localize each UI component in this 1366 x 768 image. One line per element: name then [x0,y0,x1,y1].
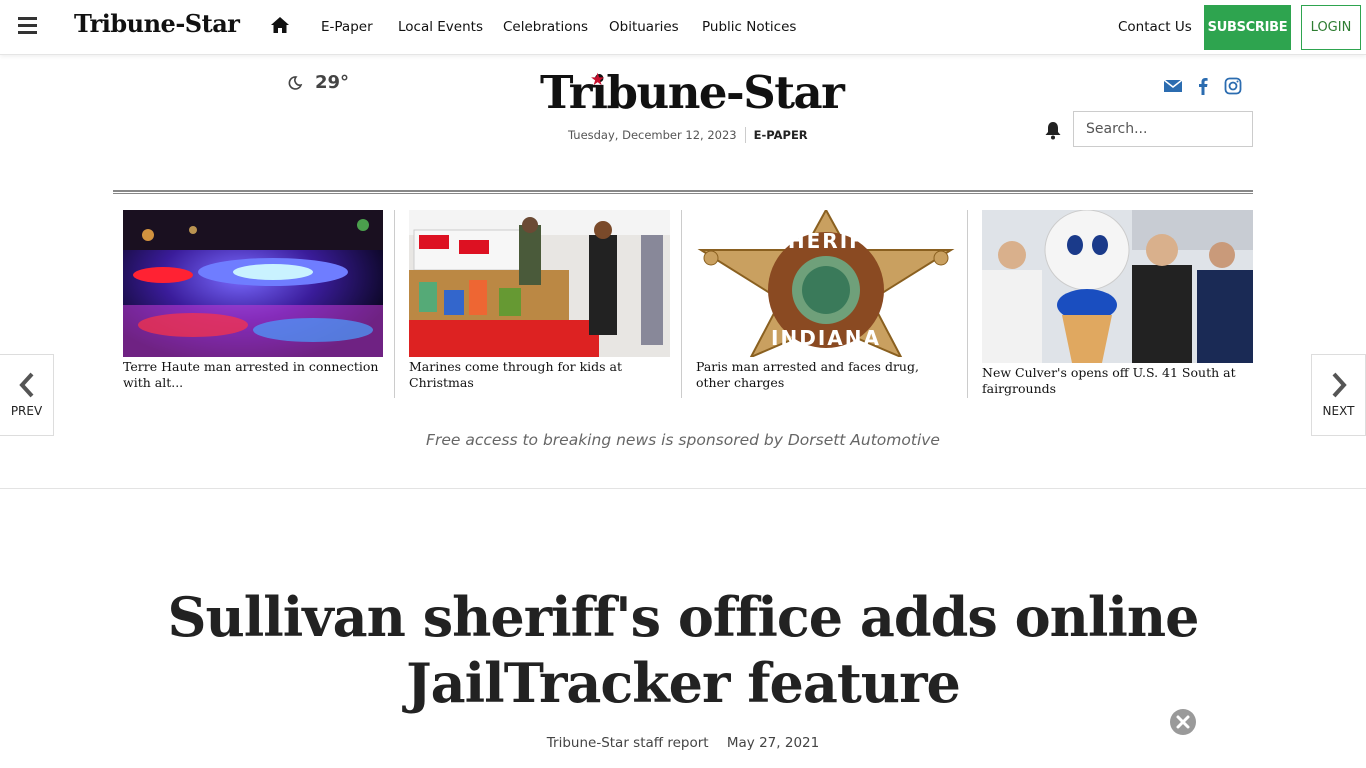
article-author[interactable]: Tribune-Star staff report [547,735,709,751]
carousel-divider [394,210,395,398]
chevron-left-icon [18,372,33,398]
badge-text-top: SHERIFF [772,229,881,253]
carousel-divider [681,210,682,398]
carousel-card-title[interactable]: Terre Haute man arrested in connection w… [123,359,383,391]
carousel-card-title[interactable]: Paris man arrested and faces drug, other… [696,359,956,391]
prev-label: PREV [10,404,43,418]
nav-link-obituaries[interactable]: Obituaries [609,19,679,35]
article-date: May 27, 2021 [726,735,820,751]
nav-logo[interactable]: Tribune-Star [74,9,240,38]
next-label: NEXT [1322,404,1355,418]
carousel-card[interactable]: Marines come through for kids at Christm… [409,210,670,391]
culvers-opening-image[interactable] [982,210,1253,363]
weather-temperature: 29° [315,72,350,93]
police-lights-image[interactable] [123,210,383,357]
article-byline: Tribune-Star staff report May 27, 2021 [0,735,1366,751]
top-navigation-bar: Tribune-Star E-Paper Local Events Celebr… [0,0,1366,55]
subscribe-button[interactable]: SUBSCRIBE [1204,5,1291,50]
contact-us-link[interactable]: Contact Us [1118,19,1192,35]
sheriff-badge-image[interactable]: SHERIFF INDIANA [696,210,956,357]
facebook-icon[interactable] [1193,76,1213,96]
masthead-rule [113,190,1253,194]
nav-link-public-notices[interactable]: Public Notices [702,19,796,35]
close-icon[interactable] [1170,709,1196,735]
carousel-card[interactable]: Terre Haute man arrested in connection w… [123,210,383,391]
home-icon[interactable] [270,16,290,34]
nav-link-celebrations[interactable]: Celebrations [503,19,588,35]
carousel-card-title[interactable]: Marines come through for kids at Christm… [409,359,670,391]
email-icon[interactable] [1163,76,1183,96]
carousel-card[interactable]: New Culver's opens off U.S. 41 South at … [982,210,1253,397]
notification-bell-icon[interactable] [1044,121,1062,140]
weather-widget[interactable]: 29° [287,72,349,93]
nav-link-local-events[interactable]: Local Events [398,19,483,35]
masthead-logo[interactable]: Tribune-Star [540,66,845,119]
search-input[interactable] [1073,111,1253,147]
sponsor-message: Free access to breaking news is sponsore… [426,431,940,449]
badge-text-bottom: INDIANA [771,326,881,350]
chevron-right-icon [1332,372,1347,398]
carousel-card-title[interactable]: New Culver's opens off U.S. 41 South at … [982,365,1253,397]
e-paper-link[interactable]: E-PAPER [754,128,808,142]
date-separator [744,127,746,143]
carousel-divider [967,210,968,398]
marines-toy-drive-image[interactable] [409,210,670,357]
carousel-next-button[interactable]: NEXT [1311,354,1366,436]
hamburger-menu-icon[interactable] [18,17,37,34]
instagram-icon[interactable] [1223,76,1243,96]
article-headline: Sullivan sheriff's office adds online Ja… [167,585,1199,715]
carousel-prev-button[interactable]: PREV [0,354,54,436]
section-divider [0,488,1366,489]
moon-icon [288,75,303,90]
nav-link-e-paper[interactable]: E-Paper [321,19,373,35]
login-button[interactable]: LOGIN [1301,5,1361,50]
logo-star-icon: ★ [590,70,606,90]
current-date: Tuesday, December 12, 2023 [568,128,737,142]
carousel-card[interactable]: SHERIFF INDIANA Paris man arrested and f… [696,210,956,391]
date-line: Tuesday, December 12, 2023 E-PAPER [568,127,808,143]
